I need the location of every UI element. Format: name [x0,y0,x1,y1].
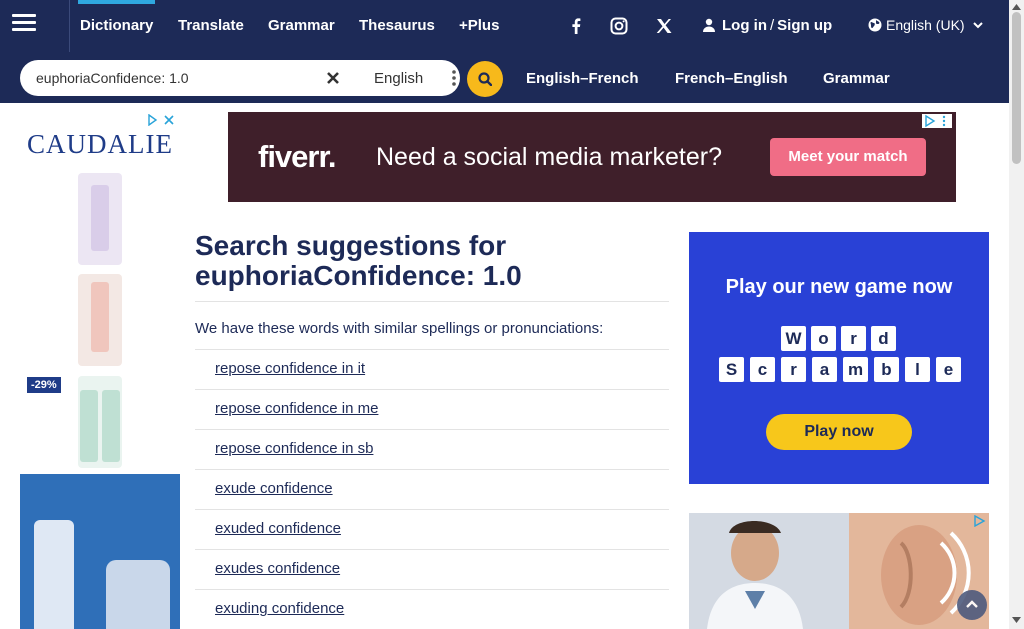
suggestion-link[interactable]: repose confidence in it [215,360,365,377]
search-bar: euphoriaConfidence: 1.0 English English–… [0,52,1009,103]
nav-dictionary-link[interactable]: Dictionary [77,0,156,34]
grammar-dict-link[interactable]: Grammar [823,70,890,87]
game-ad-title: Play our new game now [725,276,953,298]
nav-divider [69,0,70,52]
product-image [78,173,122,265]
hearing-ad[interactable] [689,513,989,629]
clear-search-icon[interactable] [326,71,340,85]
signup-link[interactable]: Sign up [777,17,832,34]
product-image [78,376,122,468]
fiverr-logo: fiverr. [258,139,336,174]
suggestions-list: repose confidence in it repose confidenc… [195,349,669,629]
letter-tile: S [719,357,744,382]
fiverr-ad[interactable]: fiverr. Need a social media marketer? Me… [228,112,956,202]
word-scramble-ad[interactable]: Play our new game now W o r d S c r a m … [689,232,989,484]
list-item: exuded confidence [195,509,669,549]
letter-tile: r [781,357,806,382]
ad-choices-icon[interactable] [147,114,177,126]
french-english-link[interactable]: French–English [675,70,788,87]
letter-tile: l [905,357,930,382]
fiverr-message: Need a social media marketer? [376,143,722,171]
caudalie-ad[interactable]: CAUDALIE -29% [20,111,180,629]
user-icon [703,18,715,32]
letter-tile: r [841,326,866,351]
suggestion-link[interactable]: exuding confidence [215,600,344,617]
title-prefix: Search suggestions for [195,230,507,261]
letter-tile: o [811,326,836,351]
title-divider [195,301,669,302]
x-icon[interactable] [654,16,674,36]
ad-choices-icon[interactable] [922,114,952,128]
suggestion-link[interactable]: exude confidence [215,480,333,497]
ad-choices-icon[interactable] [973,515,987,527]
search-button[interactable] [467,61,503,97]
nav-translate-link[interactable]: Translate [178,17,244,34]
title-query: euphoriaConfidence: 1.0 [195,260,522,291]
search-box: euphoriaConfidence: 1.0 English [20,60,460,96]
doctor-photo [689,513,989,629]
list-item: exuding confidence [195,589,669,629]
instagram-icon[interactable] [609,16,629,36]
nav-grammar-link[interactable]: Grammar [268,17,335,34]
page: Dictionary Translate Grammar Thesaurus +… [0,0,1024,629]
fiverr-cta-button[interactable]: Meet your match [770,138,926,176]
auth-links: Log in / Sign up [702,17,832,34]
letter-tile: e [936,357,961,382]
hamburger-menu-icon[interactable] [12,14,36,34]
english-french-link[interactable]: English–French [526,70,639,87]
nav-thesaurus-link[interactable]: Thesaurus [359,17,435,34]
auth-separator: / [770,17,775,34]
caudalie-logo: CAUDALIE [27,129,173,159]
dictionary-select-label: English [374,70,424,87]
language-label: English (UK) [886,17,965,33]
arrow-up-icon [966,600,978,608]
letter-tile: d [871,326,896,351]
login-link[interactable]: Log in [722,17,767,34]
list-item: repose confidence in sb [195,429,669,469]
suggestion-link[interactable]: repose confidence in sb [215,440,373,457]
scroll-up-icon[interactable] [1012,4,1021,10]
suggestion-link[interactable]: repose confidence in me [215,400,378,417]
list-item: repose confidence in me [195,389,669,429]
page-scrollbar[interactable] [1009,0,1024,629]
globe-icon [868,18,882,32]
list-item: exude confidence [195,469,669,509]
nav-plus-link[interactable]: +Plus [459,17,499,34]
letter-tile: c [750,357,775,382]
product-image [78,274,122,366]
letter-tile: m [843,357,868,382]
list-item: repose confidence in it [195,349,669,389]
search-input[interactable]: euphoriaConfidence: 1.0 [36,70,189,86]
back-to-top-button[interactable] [957,590,987,620]
scrollbar-thumb[interactable] [1012,12,1021,164]
play-now-button[interactable]: Play now [766,414,912,450]
more-options-icon [452,70,456,86]
letter-tile: a [812,357,837,382]
product-photo [20,474,180,629]
page-title: Search suggestions for euphoriaConfidenc… [195,231,669,291]
dictionary-select[interactable]: English [354,60,472,96]
language-selector[interactable]: English (UK) [868,17,983,33]
list-item: exudes confidence [195,549,669,589]
suggestions-intro: We have these words with similar spellin… [195,320,604,337]
search-icon [478,72,492,86]
discount-badge: -29% [27,377,61,393]
facebook-icon[interactable] [566,16,586,36]
chevron-down-icon [972,22,983,29]
scroll-down-icon[interactable] [1012,617,1021,623]
suggestion-link[interactable]: exuded confidence [215,520,341,537]
letter-tile: W [781,326,806,351]
letter-tile: b [874,357,899,382]
top-navigation: Dictionary Translate Grammar Thesaurus +… [0,0,1009,52]
suggestion-link[interactable]: exudes confidence [215,560,340,577]
